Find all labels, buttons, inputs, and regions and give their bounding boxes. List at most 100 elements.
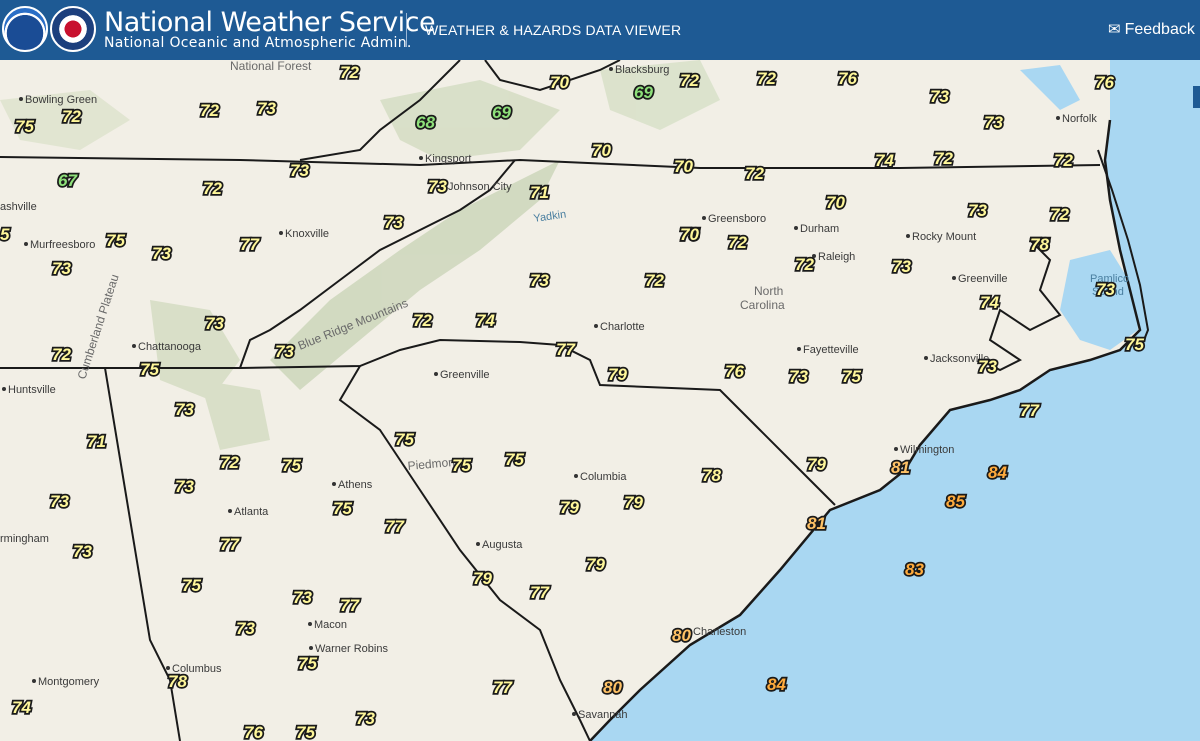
temperature-marker[interactable]: 74 — [10, 696, 33, 719]
temperature-marker[interactable]: 73 — [1094, 278, 1117, 301]
temperature-marker[interactable]: 75 — [180, 574, 203, 597]
temperature-marker[interactable]: 5 — [0, 223, 12, 246]
map-canvas[interactable]: Bowling Green ashville Murfreesboro Knoxvil… — [0, 60, 1200, 741]
temperature-marker[interactable]: 78 — [700, 464, 723, 487]
temperature-marker[interactable]: 73 — [982, 111, 1005, 134]
temperature-marker[interactable]: 72 — [1052, 149, 1075, 172]
temperature-marker[interactable]: 79 — [622, 491, 645, 514]
temperature-marker[interactable]: 71 — [85, 430, 107, 453]
temperature-marker[interactable]: 72 — [726, 231, 749, 254]
temperature-marker[interactable]: 72 — [743, 162, 766, 185]
temperature-marker[interactable]: 73 — [528, 269, 551, 292]
temperature-marker[interactable]: 75 — [450, 454, 473, 477]
temperature-marker[interactable]: 80 — [601, 676, 624, 699]
temperature-marker[interactable]: 77 — [528, 581, 552, 604]
temperature-marker[interactable]: 75 — [280, 454, 303, 477]
temperature-marker[interactable]: 75 — [138, 358, 161, 381]
temperature-marker[interactable]: 77 — [554, 338, 578, 361]
temperature-marker[interactable]: 73 — [426, 175, 449, 198]
temperature-marker[interactable]: 73 — [787, 365, 810, 388]
temperature-marker[interactable]: 70 — [678, 223, 701, 246]
temperature-marker[interactable]: 73 — [273, 340, 296, 363]
temperature-marker[interactable]: 77 — [491, 676, 515, 699]
temperature-marker[interactable]: 73 — [354, 707, 377, 730]
agency-title[interactable]: National Weather Service — [104, 9, 436, 37]
temperature-marker[interactable]: 76 — [836, 67, 859, 90]
temperature-marker[interactable]: 75 — [503, 448, 526, 471]
temperature-marker[interactable]: 75 — [13, 115, 36, 138]
temperature-marker[interactable]: 73 — [173, 475, 196, 498]
temperature-marker[interactable]: 76 — [242, 721, 265, 741]
temperature-marker[interactable]: 84 — [986, 461, 1009, 484]
temperature-marker[interactable]: 73 — [288, 159, 311, 182]
temperature-marker[interactable]: 75 — [393, 428, 416, 451]
temperature-marker[interactable]: 72 — [678, 69, 701, 92]
temperature-marker[interactable]: 73 — [50, 257, 73, 280]
temperature-marker[interactable]: 72 — [411, 309, 434, 332]
temperature-marker[interactable]: 79 — [805, 453, 828, 476]
temperature-marker[interactable]: 75 — [294, 721, 317, 741]
temperature-marker[interactable]: 72 — [60, 105, 83, 128]
temperature-marker[interactable]: 77 — [218, 533, 242, 556]
temperature-marker[interactable]: 79 — [471, 567, 494, 590]
temperature-marker[interactable]: 79 — [606, 363, 629, 386]
temperature-marker[interactable]: 73 — [71, 540, 94, 563]
temperature-marker[interactable]: 75 — [331, 497, 354, 520]
temperature-marker[interactable]: 79 — [584, 553, 607, 576]
temperature-marker[interactable]: 72 — [338, 61, 361, 84]
temperature-marker[interactable]: 72 — [755, 67, 778, 90]
temperature-marker[interactable]: 81 — [805, 512, 827, 535]
temperature-marker[interactable]: 85 — [944, 490, 967, 513]
temperature-marker[interactable]: 73 — [928, 85, 951, 108]
temperature-marker[interactable]: 75 — [840, 365, 863, 388]
temperature-marker[interactable]: 72 — [201, 177, 224, 200]
temperature-marker[interactable]: 67 — [56, 169, 80, 192]
temperature-marker[interactable]: 73 — [203, 312, 226, 335]
temperature-marker[interactable]: 73 — [291, 586, 314, 609]
noaa-logo[interactable] — [2, 6, 48, 52]
temperature-marker[interactable]: 75 — [1123, 333, 1146, 356]
temperature-marker[interactable]: 79 — [558, 496, 581, 519]
temperature-marker[interactable]: 72 — [643, 269, 666, 292]
temperature-marker[interactable]: 73 — [890, 255, 913, 278]
temperature-marker[interactable]: 74 — [474, 309, 497, 332]
temperature-marker[interactable]: 84 — [765, 673, 788, 696]
temperature-marker[interactable]: 76 — [1093, 71, 1116, 94]
temperature-marker[interactable]: 69 — [490, 101, 513, 124]
temperature-marker[interactable]: 73 — [48, 490, 71, 513]
temperature-marker[interactable]: 83 — [903, 558, 926, 581]
weather-map[interactable]: Bowling Green ashville Murfreesboro Knoxvil… — [0, 60, 1200, 741]
temperature-marker[interactable]: 78 — [1028, 233, 1051, 256]
side-panel-tab[interactable] — [1193, 86, 1200, 108]
temperature-marker[interactable]: 70 — [672, 155, 695, 178]
temperature-marker[interactable]: 73 — [382, 211, 405, 234]
temperature-marker[interactable]: 77 — [338, 594, 362, 617]
temperature-marker[interactable]: 72 — [932, 147, 955, 170]
temperature-marker[interactable]: 74 — [873, 149, 896, 172]
temperature-marker[interactable]: 72 — [793, 253, 816, 276]
temperature-marker[interactable]: 71 — [528, 181, 550, 204]
temperature-marker[interactable]: 72 — [198, 99, 221, 122]
temperature-marker[interactable]: 74 — [978, 291, 1001, 314]
temperature-marker[interactable]: 73 — [150, 242, 173, 265]
temperature-marker[interactable]: 73 — [173, 398, 196, 421]
temperature-marker[interactable]: 72 — [50, 343, 73, 366]
temperature-marker[interactable]: 73 — [255, 97, 278, 120]
temperature-marker[interactable]: 73 — [966, 199, 989, 222]
temperature-marker[interactable]: 77 — [383, 515, 407, 538]
temperature-marker[interactable]: 75 — [296, 652, 319, 675]
temperature-marker[interactable]: 70 — [548, 71, 571, 94]
temperature-marker[interactable]: 78 — [166, 670, 189, 693]
temperature-marker[interactable]: 69 — [632, 81, 655, 104]
temperature-marker[interactable]: 72 — [218, 451, 241, 474]
temperature-marker[interactable]: 72 — [1048, 203, 1071, 226]
feedback-button[interactable]: ✉ Feedback — [1108, 20, 1195, 39]
temperature-marker[interactable]: 77 — [1018, 399, 1042, 422]
temperature-marker[interactable]: 68 — [414, 111, 437, 134]
temperature-marker[interactable]: 75 — [104, 229, 127, 252]
temperature-marker[interactable]: 76 — [723, 360, 746, 383]
temperature-marker[interactable]: 73 — [234, 617, 257, 640]
temperature-marker[interactable]: 81 — [889, 456, 911, 479]
nws-logo[interactable] — [50, 6, 96, 52]
temperature-marker[interactable]: 73 — [976, 355, 999, 378]
